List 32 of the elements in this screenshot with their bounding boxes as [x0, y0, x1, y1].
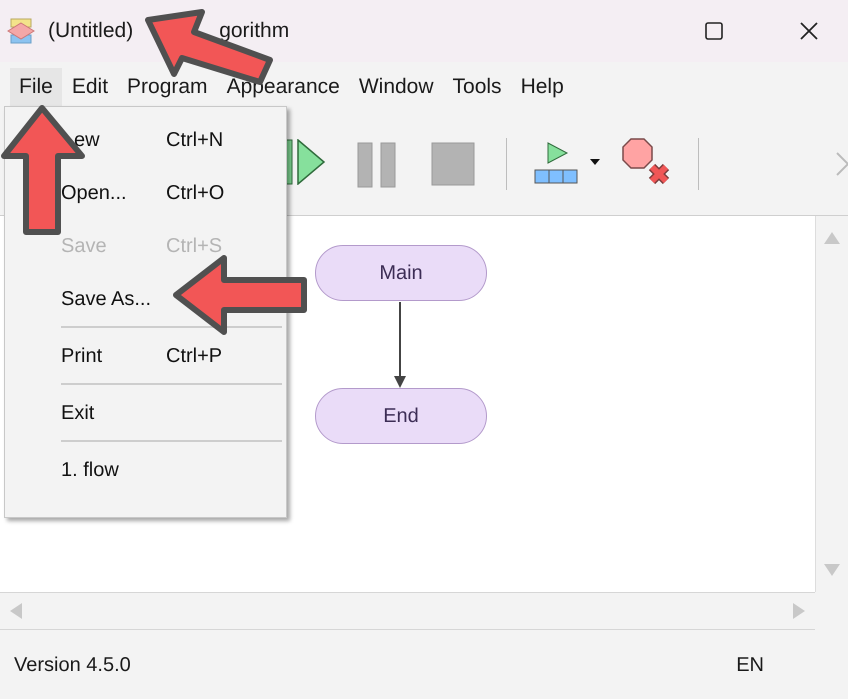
scroll-down-icon[interactable]: [824, 564, 840, 576]
menu-option[interactable]: Exit: [5, 386, 166, 439]
run-icon[interactable]: [285, 139, 327, 185]
window-title: gorithm: [219, 18, 290, 44]
window-title: (Untitled): [48, 18, 134, 44]
flowchart-node[interactable]: End: [315, 388, 487, 444]
menu-item[interactable]: Help: [512, 68, 573, 106]
horizontal-scrollbar[interactable]: [0, 592, 815, 630]
menu-item[interactable]: Window: [350, 68, 443, 106]
chevron-icon[interactable]: [836, 152, 848, 176]
scroll-up-icon[interactable]: [824, 232, 840, 244]
menu-item[interactable]: Appearance: [218, 68, 349, 106]
flowchart-node[interactable]: Main: [315, 245, 487, 301]
menu-option[interactable]: Print Ctrl+P: [5, 329, 222, 382]
menu-item[interactable]: Program: [118, 68, 217, 106]
menu-option[interactable]: Open... Ctrl+O: [5, 166, 224, 219]
menu-option[interactable]: Save As...: [5, 272, 166, 325]
stop-icon[interactable]: [431, 142, 476, 186]
version-label: Version 4.5.0: [14, 652, 131, 678]
step-icon[interactable]: [533, 142, 579, 184]
language-indicator[interactable]: EN: [736, 650, 764, 680]
menu-item[interactable]: Tools: [444, 68, 511, 106]
close-icon[interactable]: [799, 21, 819, 41]
maximize-icon[interactable]: [705, 22, 723, 40]
menu-option[interactable]: 1. flow: [5, 443, 166, 496]
app-logo-icon: [7, 18, 35, 44]
menu-option[interactable]: ew Ctrl+N: [5, 113, 224, 166]
dropdown-caret-icon[interactable]: [590, 159, 600, 165]
menu-item[interactable]: Edit: [62, 68, 118, 106]
scroll-left-icon[interactable]: [10, 603, 22, 619]
scroll-right-icon[interactable]: [793, 603, 805, 619]
menu-item[interactable]: File: [10, 68, 62, 106]
